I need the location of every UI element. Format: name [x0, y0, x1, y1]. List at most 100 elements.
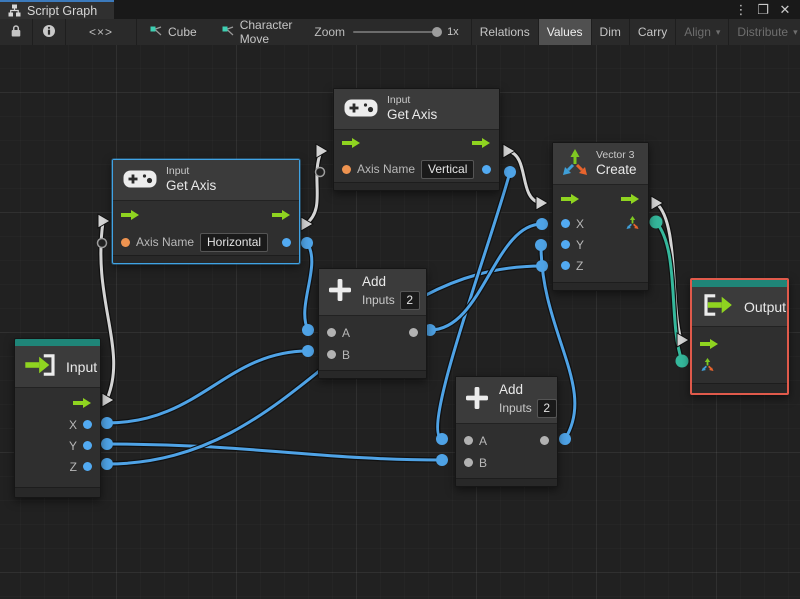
inputs-count-field[interactable]: 2: [399, 290, 420, 310]
node-output[interactable]: Output: [690, 278, 789, 395]
data-plug-icon[interactable]: [301, 237, 313, 249]
port-x-out[interactable]: [83, 420, 92, 429]
wire-inputx-to-add1-b[interactable]: [104, 348, 311, 426]
flow-plug-icon[interactable]: [676, 332, 690, 348]
node-title: Add: [499, 382, 524, 397]
zoom-slider[interactable]: [353, 27, 443, 37]
port-label: Y: [576, 237, 585, 252]
breadcrumb-cube[interactable]: Cube: [137, 19, 209, 45]
close-icon[interactable]: ✕: [776, 1, 794, 18]
node-footer: [319, 369, 426, 378]
result-out-port[interactable]: [540, 436, 549, 446]
port-b-in[interactable]: [464, 458, 473, 468]
data-plug-icon[interactable]: [559, 433, 571, 445]
flow-out-arrow-icon[interactable]: [272, 209, 291, 221]
flow-in-arrow-icon[interactable]: [700, 338, 719, 350]
port-b-in[interactable]: [327, 350, 336, 360]
flow-in-arrow-icon[interactable]: [342, 137, 361, 149]
menu-icon[interactable]: ⋮: [732, 1, 750, 18]
breadcrumb-character-move[interactable]: Character Move: [209, 19, 305, 45]
wire-flow-horizontal-to-vertical[interactable]: [303, 149, 324, 227]
flow-out-arrow-icon[interactable]: [621, 193, 640, 205]
data-plug-icon[interactable]: [504, 166, 516, 178]
data-plug-icon[interactable]: [436, 454, 448, 466]
axis-name-port[interactable]: [121, 237, 130, 247]
axis-name-field[interactable]: Horizontal: [200, 232, 269, 252]
graph-asset-icon: [221, 24, 235, 41]
inputs-count-field[interactable]: 2: [536, 398, 557, 418]
port-y-in[interactable]: [561, 240, 570, 249]
node-title: Get Axis: [166, 178, 217, 194]
wire-horizontal-to-add1-a[interactable]: [302, 240, 315, 333]
axis-name-field[interactable]: Vertical: [421, 159, 475, 179]
node-footer: [15, 487, 100, 497]
node-footer: [692, 383, 787, 393]
result-out-port[interactable]: [409, 328, 418, 338]
data-plug-icon[interactable]: [302, 345, 314, 357]
zoom-slider-handle[interactable]: [432, 27, 443, 37]
node-add-1[interactable]: Add Inputs 2 A B: [318, 268, 427, 379]
node-input[interactable]: Input X Y Z: [14, 338, 101, 498]
axis-name-port[interactable]: [342, 164, 351, 174]
data-plug-icon[interactable]: [536, 218, 548, 230]
port-label: A: [342, 325, 351, 340]
node-add-2[interactable]: Add Inputs 2 A B: [455, 376, 558, 487]
vector3-out-port-icon[interactable]: [625, 215, 640, 233]
unit-banner: [692, 280, 787, 287]
data-plug-icon[interactable]: [436, 433, 448, 445]
data-plug-icon[interactable]: [101, 438, 113, 450]
node-get-axis-horizontal[interactable]: Input Get Axis Axis Name Horizontal: [112, 159, 300, 264]
data-plug-icon[interactable]: [101, 417, 113, 429]
port-z-in[interactable]: [561, 261, 570, 270]
port-z-out[interactable]: [83, 462, 92, 471]
toggle-values[interactable]: Values: [537, 19, 591, 45]
wire-add1-to-vector3-x[interactable]: [427, 221, 545, 333]
node-title: Output: [744, 298, 787, 315]
port-label: X: [68, 417, 77, 432]
vector-plug-icon[interactable]: [675, 354, 689, 368]
toggle-carry[interactable]: Carry: [628, 19, 675, 45]
tab-script-graph[interactable]: Script Graph: [0, 0, 114, 19]
port-y-out[interactable]: [83, 441, 92, 450]
plus-icon: [464, 385, 490, 414]
flow-out-arrow-icon[interactable]: [472, 137, 491, 149]
empty-port-icon[interactable]: [96, 237, 108, 249]
dropdown-align[interactable]: Align ▾: [675, 19, 728, 45]
port-a-in[interactable]: [327, 328, 336, 338]
value-out-port[interactable]: [282, 237, 291, 247]
value-out-port[interactable]: [482, 164, 491, 174]
port-x-in[interactable]: [561, 219, 570, 228]
port-a-in[interactable]: [464, 436, 473, 446]
node-get-axis-vertical[interactable]: Input Get Axis Axis Name Vertical: [333, 88, 500, 191]
vector3-in-port-icon[interactable]: [700, 357, 715, 375]
data-plug-icon[interactable]: [302, 324, 314, 336]
zoom-value: 1x: [447, 26, 459, 38]
flow-in-arrow-icon[interactable]: [561, 193, 580, 205]
dropdown-distribute[interactable]: Distribute ▾: [728, 19, 800, 45]
flow-in-arrow-icon[interactable]: [121, 209, 140, 221]
toggle-dim[interactable]: Dim: [590, 19, 629, 45]
node-vector3-create[interactable]: Vector 3 Create X Y Z: [552, 142, 649, 291]
port-label: Axis Name: [357, 162, 416, 176]
data-plug-icon[interactable]: [536, 260, 548, 272]
graph-canvas[interactable]: Input Get Axis Axis Name Vertical Input …: [0, 45, 800, 599]
info-button[interactable]: [33, 19, 66, 45]
toggle-relations[interactable]: Relations: [470, 19, 538, 45]
node-title: Create: [596, 161, 637, 177]
lock-icon: [10, 24, 22, 41]
vector3-icon: [561, 148, 589, 179]
code-view-button[interactable]: <×>: [66, 19, 137, 45]
lock-button[interactable]: [0, 19, 33, 45]
data-plug-icon[interactable]: [101, 458, 113, 470]
port-label: Y: [68, 438, 77, 453]
chevron-down-icon: ▾: [793, 26, 798, 37]
vector-plug-icon[interactable]: [649, 215, 663, 229]
graph-hierarchy-icon: [8, 4, 21, 17]
flow-plug-icon[interactable]: [535, 195, 549, 211]
empty-port-icon[interactable]: [314, 166, 326, 178]
maximize-icon[interactable]: ❐: [754, 1, 772, 18]
node-footer: [334, 182, 499, 190]
breadcrumb-label: Cube: [168, 25, 197, 39]
data-plug-icon[interactable]: [535, 239, 547, 251]
flow-out-arrow-icon[interactable]: [73, 397, 92, 409]
